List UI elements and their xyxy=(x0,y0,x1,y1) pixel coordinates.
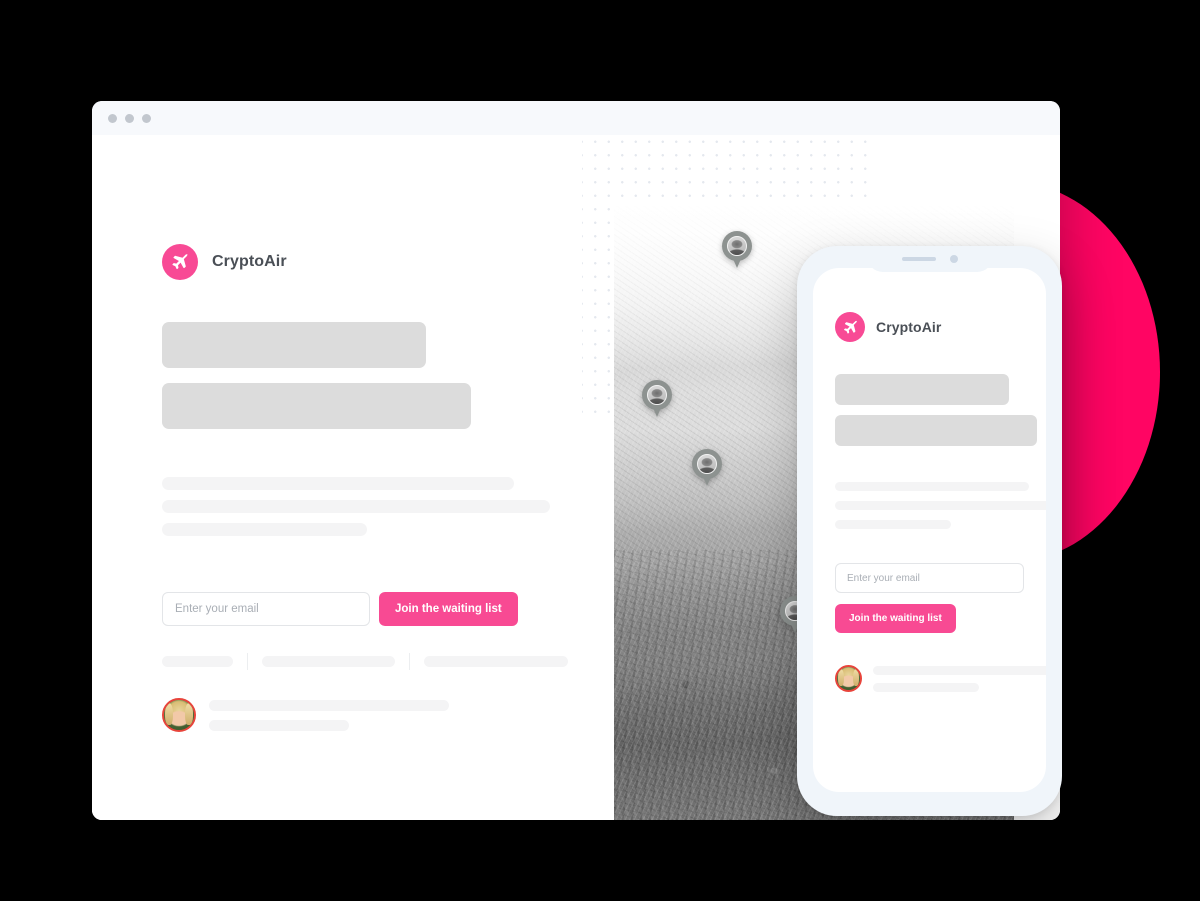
pin-avatar-icon xyxy=(697,454,717,474)
paragraph-placeholder-bar xyxy=(162,523,367,536)
stat-cell xyxy=(162,656,247,667)
avatar xyxy=(162,698,196,732)
speaker-grille-icon xyxy=(901,257,936,261)
signup-form: Join the waiting list xyxy=(162,592,582,626)
map-pin-1[interactable] xyxy=(722,231,752,271)
phone-paragraph-placeholder-bar xyxy=(835,501,1046,510)
browser-titlebar xyxy=(92,101,1060,135)
phone-mockup: CryptoAir Join the waiting list xyxy=(797,246,1062,816)
phone-headline-placeholder-group xyxy=(835,374,1037,446)
minimize-icon[interactable] xyxy=(125,113,134,123)
map-pin-3[interactable] xyxy=(692,449,722,489)
testimonial-placeholder-bar xyxy=(209,699,449,711)
stat-placeholder-bar xyxy=(162,656,233,667)
testimonial-row xyxy=(162,698,582,732)
testimonial-placeholder-bar xyxy=(209,719,349,731)
airplane-icon xyxy=(162,244,198,280)
join-waiting-list-button[interactable]: Join the waiting list xyxy=(379,592,518,626)
pin-avatar-icon xyxy=(647,385,667,405)
airplane-icon xyxy=(835,312,865,342)
brand-logo-row[interactable]: CryptoAir xyxy=(162,244,582,280)
headline-placeholder-bar xyxy=(162,322,426,368)
phone-paragraph-placeholder-group xyxy=(835,482,1046,529)
headline-placeholder-bar xyxy=(162,383,471,429)
phone-headline-placeholder-bar xyxy=(835,415,1037,446)
stats-placeholder-row xyxy=(162,653,582,670)
paragraph-placeholder-group xyxy=(162,477,582,536)
phone-avatar xyxy=(835,665,862,692)
phone-paragraph-placeholder-bar xyxy=(835,520,951,529)
phone-testimonial-placeholder-bar xyxy=(873,682,979,692)
paragraph-placeholder-bar xyxy=(162,477,514,490)
pin-avatar-icon xyxy=(727,236,747,256)
stat-placeholder-bar xyxy=(262,656,395,667)
paragraph-placeholder-bar xyxy=(162,500,550,513)
email-input[interactable] xyxy=(162,592,370,626)
stat-cell xyxy=(248,656,409,667)
phone-email-input[interactable] xyxy=(835,563,1024,593)
testimonial-placeholder-group xyxy=(209,699,449,731)
phone-testimonial-placeholder-bar xyxy=(873,665,1046,675)
page-root: CryptoAir Join the waiting list xyxy=(0,0,1200,901)
close-icon[interactable] xyxy=(108,113,117,123)
stat-placeholder-bar xyxy=(424,656,568,667)
maximize-icon[interactable] xyxy=(142,113,151,123)
headline-placeholder-group xyxy=(162,322,582,429)
phone-brand-name: CryptoAir xyxy=(876,319,942,335)
front-camera-icon xyxy=(949,255,958,263)
brand-name: CryptoAir xyxy=(212,253,287,270)
stat-cell xyxy=(410,656,582,667)
phone-notch xyxy=(866,246,993,272)
phone-brand-logo-row[interactable]: CryptoAir xyxy=(835,312,1024,342)
phone-join-waiting-list-button[interactable]: Join the waiting list xyxy=(835,604,956,633)
phone-paragraph-placeholder-bar xyxy=(835,482,1029,491)
phone-screen: CryptoAir Join the waiting list xyxy=(813,268,1046,792)
phone-headline-placeholder-bar xyxy=(835,374,1009,405)
map-pin-2[interactable] xyxy=(642,380,672,420)
landing-column: CryptoAir Join the waiting list xyxy=(92,135,582,820)
phone-testimonial-row xyxy=(835,665,1046,692)
phone-testimonial-placeholder-group xyxy=(873,665,1046,692)
